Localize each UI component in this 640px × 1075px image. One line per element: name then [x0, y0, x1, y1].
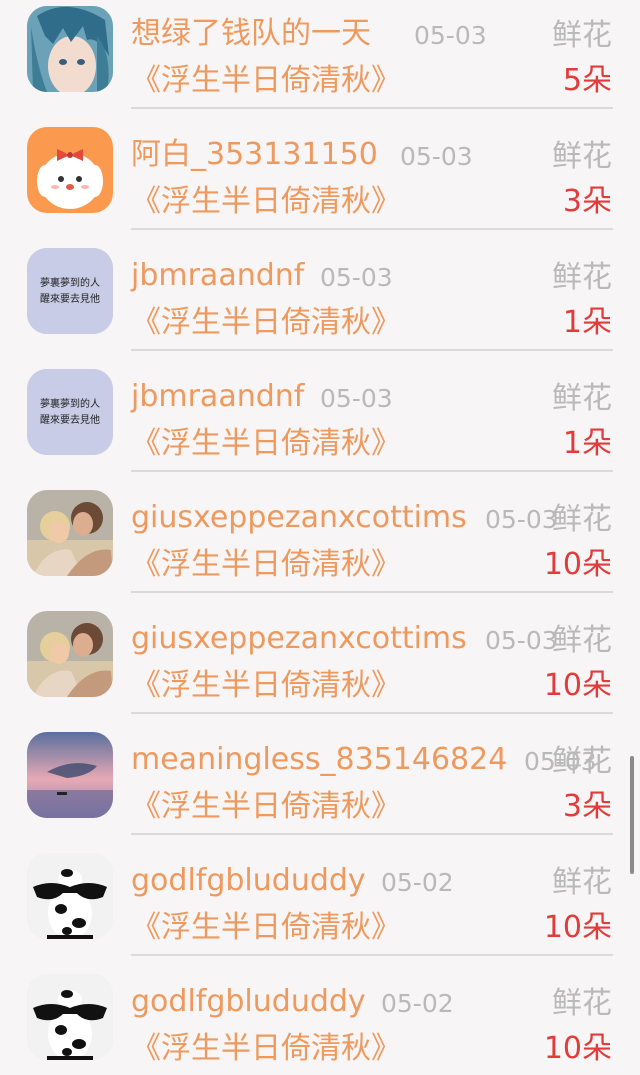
- avatar[interactable]: [27, 490, 113, 576]
- list-item[interactable]: giusxeppezanxcottims 05-03 鲜花 《浮生半日倚清秋》 …: [0, 471, 640, 593]
- gift-count: 3朵: [562, 184, 612, 219]
- username[interactable]: 阿白_353131150: [131, 137, 378, 173]
- cow-sunglasses-avatar-icon: [27, 853, 113, 939]
- anime-boy-avatar-icon: [27, 6, 113, 92]
- gift-type: 鲜花: [552, 865, 612, 900]
- username[interactable]: 想绿了钱队的一天: [131, 16, 371, 52]
- username[interactable]: godlfgblududdy: [131, 863, 366, 899]
- gift-type: 鲜花: [552, 986, 612, 1021]
- book-title[interactable]: 《浮生半日倚清秋》: [131, 426, 401, 462]
- gift-list: 想绿了钱队的一天 05-03 鲜花 《浮生半日倚清秋》 5朵 阿白_353131…: [0, 0, 640, 1075]
- gift-type: 鲜花: [552, 139, 612, 174]
- gift-type: 鲜花: [552, 18, 612, 53]
- book-title[interactable]: 《浮生半日倚清秋》: [131, 305, 401, 341]
- book-title[interactable]: 《浮生半日倚清秋》: [131, 547, 401, 583]
- book-title[interactable]: 《浮生半日倚清秋》: [131, 184, 401, 220]
- username[interactable]: jbmraandnf: [131, 379, 304, 415]
- avatar[interactable]: 夢裏夢到的人 醒來要去見他: [27, 369, 113, 455]
- gift-type: 鲜花: [552, 744, 612, 779]
- gift-count: 1朵: [562, 305, 612, 340]
- svg-text:夢裏夢到的人: 夢裏夢到的人: [40, 397, 100, 410]
- gift-date: 05-02: [381, 989, 454, 1018]
- gift-date: 05-03: [414, 21, 487, 50]
- gift-type: 鲜花: [552, 260, 612, 295]
- text-calligraphy-avatar-icon: 夢裏夢到的人 醒來要去見他: [27, 248, 113, 334]
- gift-count: 10朵: [543, 668, 612, 703]
- gift-date: 05-03: [485, 505, 558, 534]
- cow-sunglasses-avatar-icon: [27, 974, 113, 1060]
- username[interactable]: jbmraandnf: [131, 258, 304, 294]
- avatar[interactable]: [27, 611, 113, 697]
- gift-count: 10朵: [543, 1031, 612, 1066]
- list-item[interactable]: giusxeppezanxcottims 05-03 鲜花 《浮生半日倚清秋》 …: [0, 592, 640, 714]
- gift-date: 05-03: [320, 263, 393, 292]
- gift-type: 鲜花: [552, 381, 612, 416]
- list-item[interactable]: 夢裏夢到的人 醒來要去見他 jbmraandnf 05-03 鲜花 《浮生半日倚…: [0, 229, 640, 351]
- svg-text:夢裏夢到的人: 夢裏夢到的人: [40, 276, 100, 289]
- gift-type: 鲜花: [552, 623, 612, 658]
- gift-type: 鲜花: [552, 502, 612, 537]
- avatar[interactable]: [27, 974, 113, 1060]
- text-calligraphy-avatar-icon: 夢裏夢到的人 醒來要去見他: [27, 369, 113, 455]
- username[interactable]: godlfgblududdy: [131, 984, 366, 1020]
- avatar[interactable]: [27, 853, 113, 939]
- list-item[interactable]: 阿白_353131150 05-03 鲜花 《浮生半日倚清秋》 3朵: [0, 108, 640, 230]
- list-item[interactable]: meaningless_835146824 05-03 鲜花 《浮生半日倚清秋》…: [0, 713, 640, 835]
- username[interactable]: giusxeppezanxcottims: [131, 500, 467, 536]
- gift-date: 05-03: [485, 626, 558, 655]
- couple-photo-avatar-icon: [27, 490, 113, 576]
- svg-text:醒來要去見他: 醒來要去見他: [40, 292, 100, 305]
- list-item[interactable]: 想绿了钱队的一天 05-03 鲜花 《浮生半日倚清秋》 5朵: [0, 0, 640, 109]
- username[interactable]: giusxeppezanxcottims: [131, 621, 467, 657]
- scrollbar[interactable]: [630, 756, 634, 874]
- gift-date: 05-03: [320, 384, 393, 413]
- username[interactable]: meaningless_835146824: [131, 742, 507, 778]
- gift-count: 3朵: [562, 789, 612, 824]
- book-title[interactable]: 《浮生半日倚清秋》: [131, 910, 401, 946]
- gift-count: 10朵: [543, 910, 612, 945]
- book-title[interactable]: 《浮生半日倚清秋》: [131, 789, 401, 825]
- avatar[interactable]: [27, 127, 113, 213]
- avatar[interactable]: [27, 6, 113, 92]
- gift-date: 05-02: [381, 868, 454, 897]
- couple-photo-avatar-icon: [27, 611, 113, 697]
- book-title[interactable]: 《浮生半日倚清秋》: [131, 63, 401, 99]
- list-item[interactable]: godlfgblududdy 05-02 鲜花 《浮生半日倚清秋》 10朵: [0, 955, 640, 1075]
- avatar[interactable]: 夢裏夢到的人 醒來要去見他: [27, 248, 113, 334]
- gift-count: 5朵: [562, 63, 612, 98]
- whale-sky-avatar-icon: [27, 732, 113, 818]
- list-item[interactable]: godlfgblududdy 05-02 鲜花 《浮生半日倚清秋》 10朵: [0, 834, 640, 956]
- avatar[interactable]: [27, 732, 113, 818]
- white-dog-bow-avatar-icon: [27, 127, 113, 213]
- svg-text:醒來要去見他: 醒來要去見他: [40, 413, 100, 426]
- gift-count: 10朵: [543, 547, 612, 582]
- book-title[interactable]: 《浮生半日倚清秋》: [131, 1031, 401, 1067]
- gift-count: 1朵: [562, 426, 612, 461]
- book-title[interactable]: 《浮生半日倚清秋》: [131, 668, 401, 704]
- gift-date: 05-03: [400, 142, 473, 171]
- list-item[interactable]: 夢裏夢到的人 醒來要去見他 jbmraandnf 05-03 鲜花 《浮生半日倚…: [0, 350, 640, 472]
